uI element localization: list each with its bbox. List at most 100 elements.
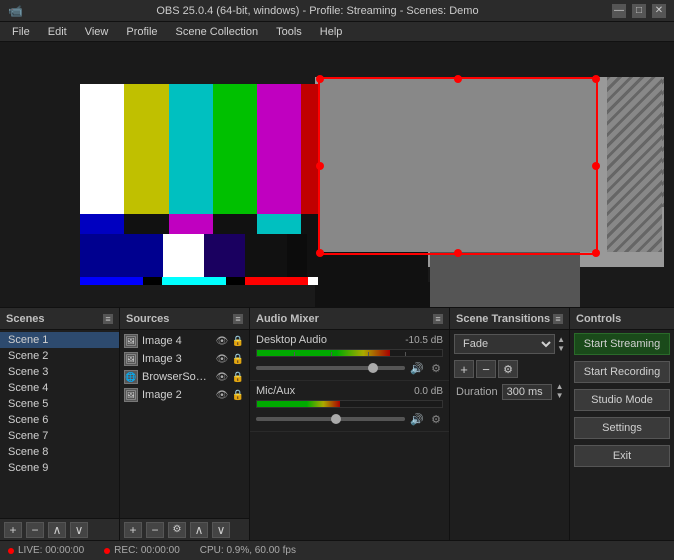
desktop-audio-slider[interactable] bbox=[256, 366, 405, 370]
menu-tools[interactable]: Tools bbox=[268, 22, 310, 42]
mic-aux-slider[interactable] bbox=[256, 417, 405, 421]
source-item[interactable]: 🖼Image 2👁🔒 bbox=[120, 386, 249, 404]
duration-input[interactable] bbox=[502, 384, 552, 400]
duration-down[interactable]: ▼ bbox=[556, 392, 564, 400]
scenes-panel-header: Scenes ≡ bbox=[0, 308, 119, 330]
menu-help[interactable]: Help bbox=[312, 22, 351, 42]
desktop-audio-meter bbox=[256, 349, 443, 357]
transition-type-select[interactable]: Fade Cut Swipe Slide bbox=[454, 334, 555, 354]
source-name-label: Image 2 bbox=[142, 389, 211, 401]
start-streaming-button[interactable]: Start Streaming bbox=[574, 333, 670, 355]
source-visibility-button[interactable]: 👁 bbox=[215, 388, 229, 402]
mic-mute-button[interactable]: 🔊 bbox=[409, 411, 425, 427]
audio-title: Audio Mixer bbox=[256, 313, 319, 325]
desktop-audio-label: Desktop Audio bbox=[256, 334, 327, 346]
cpu-status: CPU: 0.9%, 60.00 fps bbox=[200, 545, 296, 556]
add-source-button[interactable]: + bbox=[124, 522, 142, 538]
mic-aux-label: Mic/Aux bbox=[256, 385, 295, 397]
source-lock-button[interactable]: 🔒 bbox=[231, 370, 245, 384]
menu-edit[interactable]: Edit bbox=[40, 22, 75, 42]
settings-button[interactable]: Settings bbox=[574, 417, 670, 439]
mic-aux-meter bbox=[256, 400, 443, 408]
cpu-info: CPU: 0.9%, 60.00 fps bbox=[200, 545, 296, 556]
transitions-title: Scene Transitions bbox=[456, 313, 550, 325]
transition-type-down[interactable]: ▼ bbox=[557, 345, 565, 353]
scenes-footer: + − ∧ ∨ bbox=[0, 518, 119, 540]
start-recording-button[interactable]: Start Recording bbox=[574, 361, 670, 383]
source-settings-button[interactable]: ⚙ bbox=[168, 522, 186, 538]
source-down-button[interactable]: ∨ bbox=[212, 522, 230, 538]
source-list: 🖼Image 4👁🔒🖼Image 3👁🔒🌐BrowserSource👁🔒🖼Ima… bbox=[120, 330, 249, 518]
transition-settings-button[interactable]: ⚙ bbox=[498, 360, 518, 378]
source-lock-button[interactable]: 🔒 bbox=[231, 352, 245, 366]
mic-audio-settings-button[interactable]: ⚙ bbox=[429, 412, 443, 426]
scene-down-button[interactable]: ∨ bbox=[70, 522, 88, 538]
close-button[interactable]: ✕ bbox=[652, 4, 666, 18]
live-time: LIVE: 00:00:00 bbox=[18, 545, 84, 556]
add-scene-button[interactable]: + bbox=[4, 522, 22, 538]
menu-profile[interactable]: Profile bbox=[118, 22, 165, 42]
source-lock-button[interactable]: 🔒 bbox=[231, 388, 245, 402]
audio-config-icon[interactable]: ≡ bbox=[433, 314, 443, 324]
scene-item[interactable]: Scene 4 bbox=[0, 380, 119, 396]
transitions-panel-header: Scene Transitions ≡ bbox=[450, 308, 569, 330]
scene-item[interactable]: Scene 3 bbox=[0, 364, 119, 380]
exit-button[interactable]: Exit bbox=[574, 445, 670, 467]
source-item[interactable]: 🌐BrowserSource👁🔒 bbox=[120, 368, 249, 386]
scene-item[interactable]: Scene 6 bbox=[0, 412, 119, 428]
desktop-audio-db: -10.5 dB bbox=[405, 335, 443, 346]
menu-view[interactable]: View bbox=[77, 22, 117, 42]
scenes-config-icon[interactable]: ≡ bbox=[103, 314, 113, 324]
live-status: LIVE: 00:00:00 bbox=[8, 545, 84, 556]
source-name-label: Image 4 bbox=[142, 335, 211, 347]
source-item[interactable]: 🖼Image 3👁🔒 bbox=[120, 350, 249, 368]
source-item[interactable]: 🖼 Image 4 👁🔒 bbox=[120, 332, 249, 350]
controls-panel: Controls Start Streaming Start Recording… bbox=[570, 308, 674, 540]
menu-bar: File Edit View Profile Scene Collection … bbox=[0, 22, 674, 42]
source-visibility-button[interactable]: 👁 bbox=[215, 352, 229, 366]
menu-file[interactable]: File bbox=[4, 22, 38, 42]
mic-aux-track: Mic/Aux 0.0 dB 🔊 ⚙ bbox=[250, 381, 449, 432]
source-up-button[interactable]: ∧ bbox=[190, 522, 208, 538]
studio-mode-button[interactable]: Studio Mode bbox=[574, 389, 670, 411]
sources-footer: + − ⚙ ∧ ∨ bbox=[120, 518, 249, 540]
transitions-config-icon[interactable]: ≡ bbox=[553, 314, 563, 324]
audio-panel: Audio Mixer ≡ Desktop Audio -10.5 dB bbox=[250, 308, 450, 540]
maximize-button[interactable]: □ bbox=[632, 4, 646, 18]
scene-up-button[interactable]: ∧ bbox=[48, 522, 66, 538]
duration-up[interactable]: ▲ bbox=[556, 383, 564, 391]
remove-source-button[interactable]: − bbox=[146, 522, 164, 538]
scene-item[interactable]: Scene 1 bbox=[0, 332, 119, 348]
scene-item[interactable]: Scene 5 bbox=[0, 396, 119, 412]
sources-panel: Sources ≡ 🖼Image 4👁🔒🖼Image 3👁🔒🌐BrowserSo… bbox=[120, 308, 250, 540]
live-indicator bbox=[8, 548, 14, 554]
sources-title: Sources bbox=[126, 313, 169, 325]
rec-time: REC: 00:00:00 bbox=[114, 545, 180, 556]
scene-item[interactable]: Scene 8 bbox=[0, 444, 119, 460]
transition-type-up[interactable]: ▲ bbox=[557, 336, 565, 344]
source-visibility-button[interactable]: 👁 bbox=[215, 334, 229, 348]
minimize-button[interactable]: — bbox=[612, 4, 626, 18]
desktop-audio-settings-button[interactable]: ⚙ bbox=[429, 361, 443, 375]
scene-item[interactable]: Scene 7 bbox=[0, 428, 119, 444]
source-visibility-button[interactable]: 👁 bbox=[215, 370, 229, 384]
menu-scene-collection[interactable]: Scene Collection bbox=[168, 22, 267, 42]
controls-title: Controls bbox=[576, 313, 621, 325]
desktop-mute-button[interactable]: 🔊 bbox=[409, 360, 425, 376]
scene-item[interactable]: Scene 2 bbox=[0, 348, 119, 364]
title-icon: 📹 bbox=[8, 4, 23, 18]
source-type-icon: 🖼 bbox=[124, 352, 138, 366]
scene-list[interactable]: Scene 1Scene 2Scene 3Scene 4Scene 5Scene… bbox=[0, 330, 119, 518]
add-transition-button[interactable]: + bbox=[454, 360, 474, 378]
transitions-panel: Scene Transitions ≡ Fade Cut Swipe Slide… bbox=[450, 308, 570, 540]
preview-area bbox=[0, 42, 674, 308]
scene-item[interactable]: Scene 9 bbox=[0, 460, 119, 476]
panels: Scenes ≡ Scene 1Scene 2Scene 3Scene 4Sce… bbox=[0, 308, 674, 540]
sources-panel-header: Sources ≡ bbox=[120, 308, 249, 330]
sources-config-icon[interactable]: ≡ bbox=[233, 314, 243, 324]
remove-scene-button[interactable]: − bbox=[26, 522, 44, 538]
source-lock-button[interactable]: 🔒 bbox=[231, 334, 245, 348]
source-type-icon: 🖼 bbox=[124, 334, 138, 348]
duration-row: Duration ▲ ▼ bbox=[450, 380, 569, 403]
remove-transition-button[interactable]: − bbox=[476, 360, 496, 378]
